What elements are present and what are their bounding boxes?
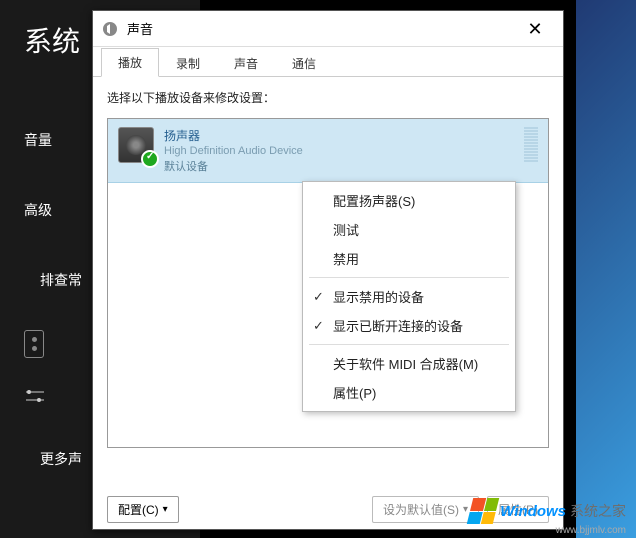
device-item-speaker[interactable]: 扬声器 High Definition Audio Device 默认设备 [108, 119, 548, 183]
device-description: High Definition Audio Device [164, 145, 514, 157]
watermark: Windows 系统之家 [470, 498, 626, 524]
menu-separator [309, 277, 509, 278]
tab-playback[interactable]: 播放 [101, 48, 159, 77]
menu-show-disconnected[interactable]: 显示已断开连接的设备 [303, 311, 515, 340]
menu-separator [309, 344, 509, 345]
menu-about-midi[interactable]: 关于软件 MIDI 合成器(M) [303, 349, 515, 378]
menu-properties[interactable]: 属性(P) [303, 378, 515, 407]
chevron-down-icon: ▾ [463, 504, 468, 515]
watermark-tagline: 系统之家 [570, 501, 626, 521]
slider-icon [24, 388, 46, 409]
menu-configure-speaker[interactable]: 配置扬声器(S) [303, 186, 515, 215]
titlebar: 声音 ✕ [93, 11, 563, 47]
close-button[interactable]: ✕ [515, 15, 555, 43]
default-check-icon [141, 150, 159, 168]
dialog-title: 声音 [127, 19, 515, 38]
windows-logo-icon [467, 498, 499, 524]
configure-button[interactable]: 配置(C) ▾ [107, 496, 179, 523]
device-name: 扬声器 [164, 127, 514, 144]
menu-disable[interactable]: 禁用 [303, 244, 515, 273]
watermark-url: www.bjjmlv.com [556, 525, 626, 536]
tabset: 播放 录制 声音 通信 [93, 47, 563, 77]
speaker-device-icon [24, 330, 44, 358]
tab-sounds[interactable]: 声音 [217, 49, 275, 77]
menu-show-disabled[interactable]: 显示禁用的设备 [303, 282, 515, 311]
desktop-right-strip [576, 0, 636, 538]
context-menu: 配置扬声器(S) 测试 禁用 显示禁用的设备 显示已断开连接的设备 关于软件 M… [302, 181, 516, 412]
chevron-down-icon: ▾ [163, 504, 168, 515]
tab-communications[interactable]: 通信 [275, 49, 333, 77]
sound-dialog-icon [101, 20, 119, 38]
speaker-icon [118, 127, 154, 163]
device-status: 默认设备 [164, 158, 514, 174]
watermark-brand: Windows [500, 503, 566, 520]
device-info: 扬声器 High Definition Audio Device 默认设备 [164, 127, 514, 174]
tab-recording[interactable]: 录制 [159, 49, 217, 77]
prompt-text: 选择以下播放设备来修改设置： [107, 89, 549, 106]
menu-test[interactable]: 测试 [303, 215, 515, 244]
set-default-button[interactable]: 设为默认值(S) ▾ [372, 496, 479, 523]
level-meter [524, 127, 538, 169]
